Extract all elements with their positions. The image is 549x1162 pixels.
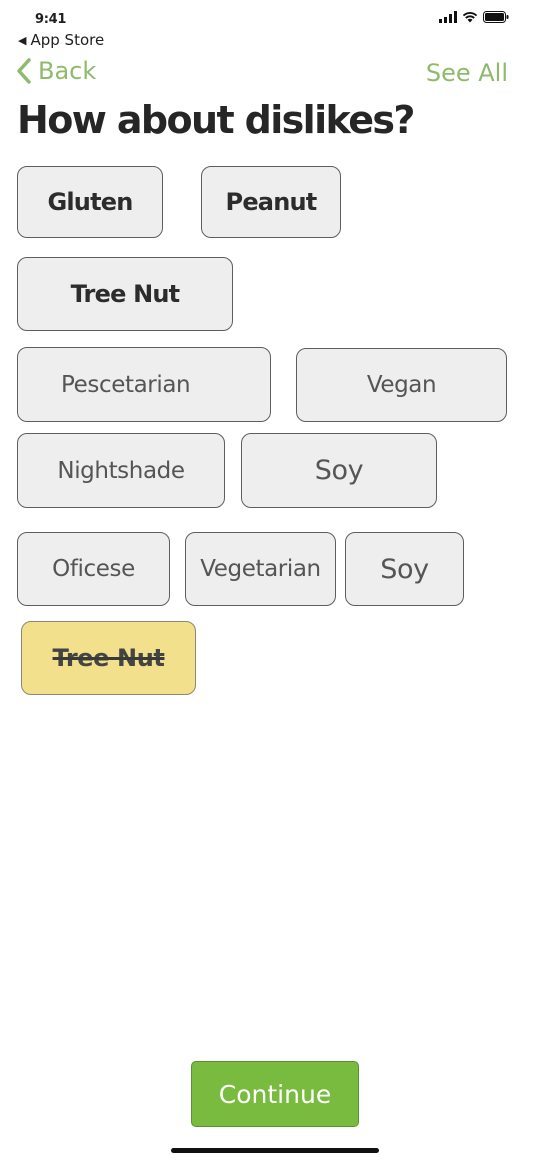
chip-peanut[interactable]: Peanut xyxy=(201,166,341,238)
chip-tree-nut[interactable]: Tree Nut xyxy=(17,257,233,331)
chip-label: Soy xyxy=(314,455,364,486)
wifi-icon xyxy=(462,12,478,23)
chip-label: Tree Nut xyxy=(52,644,165,672)
chip-tree-nut-selected[interactable]: Tree Nut xyxy=(21,621,196,695)
chip-vegan[interactable]: Vegan xyxy=(296,348,507,422)
status-icons xyxy=(439,11,509,23)
see-all-button[interactable]: See All xyxy=(426,59,508,87)
chip-soy[interactable]: Soy xyxy=(241,433,437,508)
cellular-signal-icon xyxy=(439,11,457,23)
chip-label: Vegan xyxy=(366,372,437,398)
chip-vegetarian[interactable]: Vegetarian xyxy=(185,532,336,606)
chip-label: Soy xyxy=(380,553,429,585)
chip-label: Pescetarian xyxy=(61,371,191,398)
chip-gluten[interactable]: Gluten xyxy=(17,166,163,238)
battery-icon xyxy=(483,11,509,23)
chip-soy[interactable]: Soy xyxy=(345,532,464,606)
chip-oficese[interactable]: Oficese xyxy=(17,532,170,606)
home-indicator xyxy=(171,1148,379,1153)
page-title: How about dislikes? xyxy=(17,98,415,142)
status-time: 9:41 xyxy=(35,12,67,27)
back-app-label: App Store xyxy=(30,31,105,49)
back-to-app-link[interactable]: ◀ App Store xyxy=(18,31,104,49)
chip-label: Tree Nut xyxy=(70,280,181,308)
back-button[interactable]: Back xyxy=(16,57,96,85)
chip-label: Peanut xyxy=(225,188,318,216)
chip-label: Nightshade xyxy=(57,457,185,484)
chevron-left-icon xyxy=(17,58,31,84)
chip-label: Gluten xyxy=(47,188,133,216)
back-triangle-icon: ◀ xyxy=(18,33,27,47)
chip-label: Vegetarian xyxy=(200,556,321,582)
chip-nightshade[interactable]: Nightshade xyxy=(17,433,225,508)
chip-pescetarian[interactable]: Pescetarian xyxy=(17,347,271,422)
continue-button[interactable]: Continue xyxy=(191,1061,359,1127)
back-label: Back xyxy=(38,57,97,85)
chip-label: Oficese xyxy=(52,556,135,582)
